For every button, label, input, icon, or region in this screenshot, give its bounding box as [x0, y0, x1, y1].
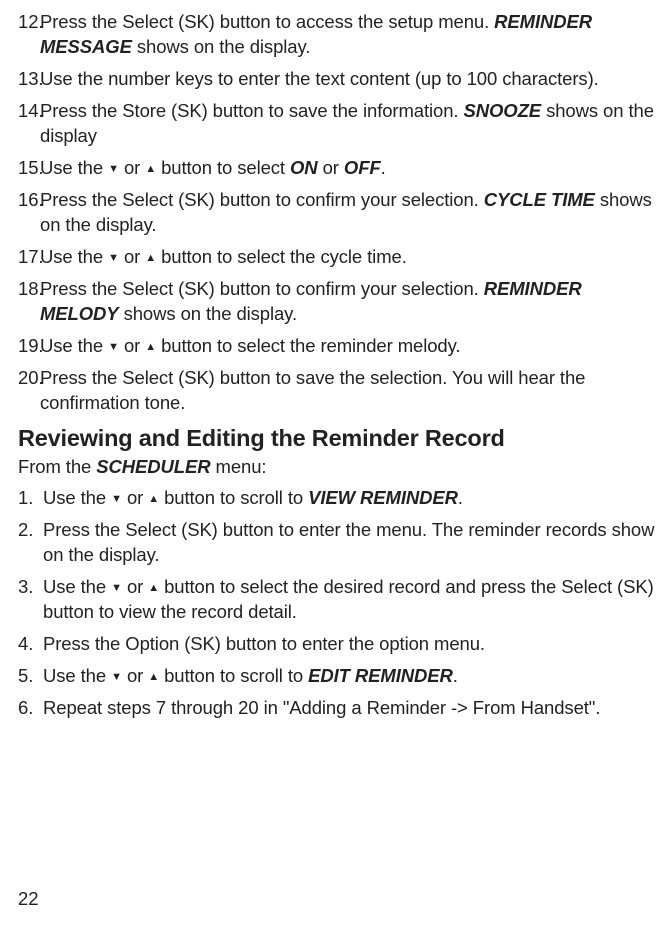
list-item-body: Press the Store (SK) button to save the …	[40, 99, 655, 149]
down-arrow-icon: ▼	[108, 340, 119, 355]
list-item: 17.Use the ▼ or ▲ button to select the c…	[18, 245, 655, 270]
list-item-number: 6.	[18, 696, 43, 721]
list-item-number: 16.	[18, 188, 40, 238]
list-item-body: Use the ▼ or ▲ button to select the desi…	[43, 575, 655, 625]
list-item: 2.Press the Select (SK) button to enter …	[18, 518, 655, 568]
down-arrow-icon: ▼	[111, 581, 122, 596]
up-arrow-icon: ▲	[148, 670, 159, 685]
list-item: 6.Repeat steps 7 through 20 in "Adding a…	[18, 696, 655, 721]
list-item: 5.Use the ▼ or ▲ button to scroll to EDI…	[18, 664, 655, 689]
up-arrow-icon: ▲	[145, 251, 156, 266]
list-item: 3.Use the ▼ or ▲ button to select the de…	[18, 575, 655, 625]
down-arrow-icon: ▼	[108, 251, 119, 266]
list-item-number: 5.	[18, 664, 43, 689]
intro-text: From the SCHEDULER menu:	[18, 455, 655, 480]
up-arrow-icon: ▲	[145, 162, 156, 177]
list-item: 12.Press the Select (SK) button to acces…	[18, 10, 655, 60]
list-item: 18.Press the Select (SK) button to confi…	[18, 277, 655, 327]
list-item-body: Press the Select (SK) button to enter th…	[43, 518, 655, 568]
list-item-number: 13.	[18, 67, 40, 92]
list-item-number: 4.	[18, 632, 43, 657]
emphasis-text: ON	[290, 157, 318, 178]
emphasis-text: REMINDER MELODY	[40, 278, 582, 324]
down-arrow-icon: ▼	[111, 670, 122, 685]
emphasis-text: VIEW REMINDER	[308, 487, 458, 508]
list-item-number: 19.	[18, 334, 40, 359]
list-item-number: 17.	[18, 245, 40, 270]
list-item: 16.Press the Select (SK) button to confi…	[18, 188, 655, 238]
up-arrow-icon: ▲	[148, 581, 159, 596]
emphasis-text: OFF	[344, 157, 381, 178]
list-item-body: Press the Select (SK) button to access t…	[40, 10, 655, 60]
emphasis-text: CYCLE TIME	[484, 189, 595, 210]
list-item-number: 14.	[18, 99, 40, 149]
list-item-body: Use the number keys to enter the text co…	[40, 67, 655, 92]
list-item: 19.Use the ▼ or ▲ button to select the r…	[18, 334, 655, 359]
list-item-number: 12.	[18, 10, 40, 60]
list-item-body: Use the ▼ or ▲ button to scroll to EDIT …	[43, 664, 655, 689]
page-number: 22	[18, 887, 38, 912]
emphasis-text: REMINDER MESSAGE	[40, 11, 592, 57]
down-arrow-icon: ▼	[108, 162, 119, 177]
list-item-number: 15.	[18, 156, 40, 181]
list-item-body: Press the Select (SK) button to save the…	[40, 366, 655, 416]
list-item-body: Press the Select (SK) button to confirm …	[40, 188, 655, 238]
list-item-body: Use the ▼ or ▲ button to scroll to VIEW …	[43, 486, 655, 511]
instruction-list-b: 1.Use the ▼ or ▲ button to scroll to VIE…	[18, 486, 655, 721]
list-item: 13.Use the number keys to enter the text…	[18, 67, 655, 92]
instruction-list-a: 12.Press the Select (SK) button to acces…	[18, 10, 655, 416]
emphasis-text: SNOOZE	[464, 100, 542, 121]
list-item-number: 18.	[18, 277, 40, 327]
list-item-body: Use the ▼ or ▲ button to select the remi…	[40, 334, 655, 359]
up-arrow-icon: ▲	[148, 492, 159, 507]
list-item-number: 3.	[18, 575, 43, 625]
list-item-body: Use the ▼ or ▲ button to select ON or OF…	[40, 156, 655, 181]
emphasis-text: EDIT REMINDER	[308, 665, 453, 686]
list-item-body: Use the ▼ or ▲ button to select the cycl…	[40, 245, 655, 270]
list-item-number: 1.	[18, 486, 43, 511]
list-item-body: Repeat steps 7 through 20 in "Adding a R…	[43, 696, 655, 721]
up-arrow-icon: ▲	[145, 340, 156, 355]
down-arrow-icon: ▼	[111, 492, 122, 507]
list-item: 4.Press the Option (SK) button to enter …	[18, 632, 655, 657]
list-item-number: 2.	[18, 518, 43, 568]
list-item-body: Press the Select (SK) button to confirm …	[40, 277, 655, 327]
list-item: 15.Use the ▼ or ▲ button to select ON or…	[18, 156, 655, 181]
list-item-number: 20.	[18, 366, 40, 416]
list-item: 1.Use the ▼ or ▲ button to scroll to VIE…	[18, 486, 655, 511]
section-heading: Reviewing and Editing the Reminder Recor…	[18, 423, 655, 455]
list-item-body: Press the Option (SK) button to enter th…	[43, 632, 655, 657]
list-item: 20.Press the Select (SK) button to save …	[18, 366, 655, 416]
list-item: 14.Press the Store (SK) button to save t…	[18, 99, 655, 149]
